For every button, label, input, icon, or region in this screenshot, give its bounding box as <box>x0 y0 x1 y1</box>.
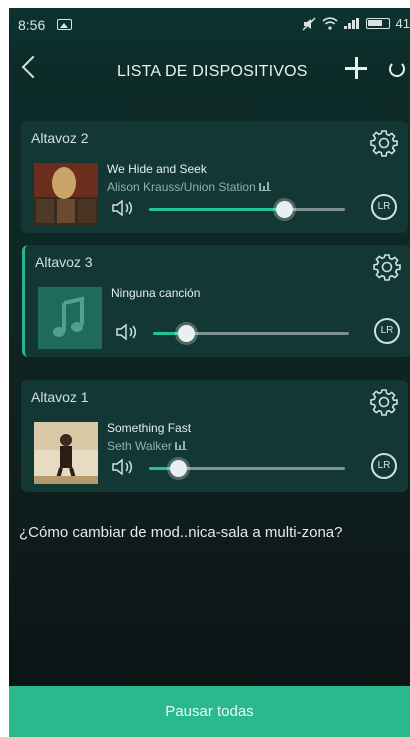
volume-level <box>149 208 285 211</box>
add-device-icon[interactable] <box>345 57 367 79</box>
volume-slider[interactable] <box>149 460 345 477</box>
device-card-active[interactable]: Altavoz 3 Ninguna canción LR <box>22 245 410 357</box>
song-title: Ninguna canción <box>111 286 201 300</box>
volume-icon <box>112 458 133 476</box>
gear-icon[interactable] <box>370 129 398 157</box>
channel-lr-button[interactable]: LR <box>371 194 397 220</box>
wifi-icon <box>321 17 338 30</box>
app-header: LISTA DE DISPOSITIVOS <box>9 48 410 102</box>
volume-slider[interactable] <box>149 201 345 218</box>
gear-icon[interactable] <box>373 253 401 281</box>
refresh-icon[interactable] <box>389 61 405 77</box>
artist-name: Seth Walker <box>107 439 188 453</box>
device-name: Altavoz 2 <box>31 130 89 146</box>
volume-slider-handle[interactable] <box>170 460 188 477</box>
device-card[interactable]: Altavoz 1 Something Fast Seth Walker LR <box>21 380 408 492</box>
page-title: LISTA DE DISPOSITIVOS <box>117 63 308 80</box>
battery-icon <box>365 18 390 29</box>
volume-slider[interactable] <box>153 325 349 342</box>
volume-icon <box>112 199 133 217</box>
album-art <box>34 422 98 484</box>
album-art <box>34 163 98 225</box>
device-name: Altavoz 1 <box>31 389 89 405</box>
channel-lr-button[interactable]: LR <box>374 318 400 344</box>
music-note-icon <box>38 287 102 349</box>
volume-slider-handle[interactable] <box>178 325 196 342</box>
back-icon[interactable] <box>21 55 45 79</box>
battery-level: 41 <box>395 16 410 31</box>
mute-icon <box>302 16 316 31</box>
multizone-help-link[interactable]: ¿Cómo cambiar de mod..nica-sala a multi-… <box>19 524 342 541</box>
signal-icon <box>343 18 360 29</box>
equalizer-icon <box>175 441 188 450</box>
artist-name: Alison Krauss/Union Station <box>107 180 272 194</box>
device-card[interactable]: Altavoz 2 We Hide and Seek Alison Krauss… <box>21 121 408 233</box>
gear-icon[interactable] <box>370 388 398 416</box>
volume-slider-handle[interactable] <box>276 201 294 218</box>
equalizer-icon <box>259 182 272 191</box>
pause-all-label: Pausar todas <box>165 703 254 720</box>
device-name: Altavoz 3 <box>35 254 93 270</box>
pause-all-button[interactable]: Pausar todas <box>9 686 410 737</box>
app-screen: 8:56 41 LISTA DE DISPOSITIVOS Altavoz 2 <box>9 8 410 737</box>
status-icons: 41 <box>302 16 410 31</box>
song-title: We Hide and Seek <box>107 162 207 176</box>
image-notification-icon <box>57 19 72 30</box>
channel-lr-button[interactable]: LR <box>371 453 397 479</box>
song-title: Something Fast <box>107 421 192 435</box>
status-bar: 8:56 41 <box>9 8 410 42</box>
volume-icon <box>116 323 137 341</box>
status-time: 8:56 <box>18 17 46 33</box>
